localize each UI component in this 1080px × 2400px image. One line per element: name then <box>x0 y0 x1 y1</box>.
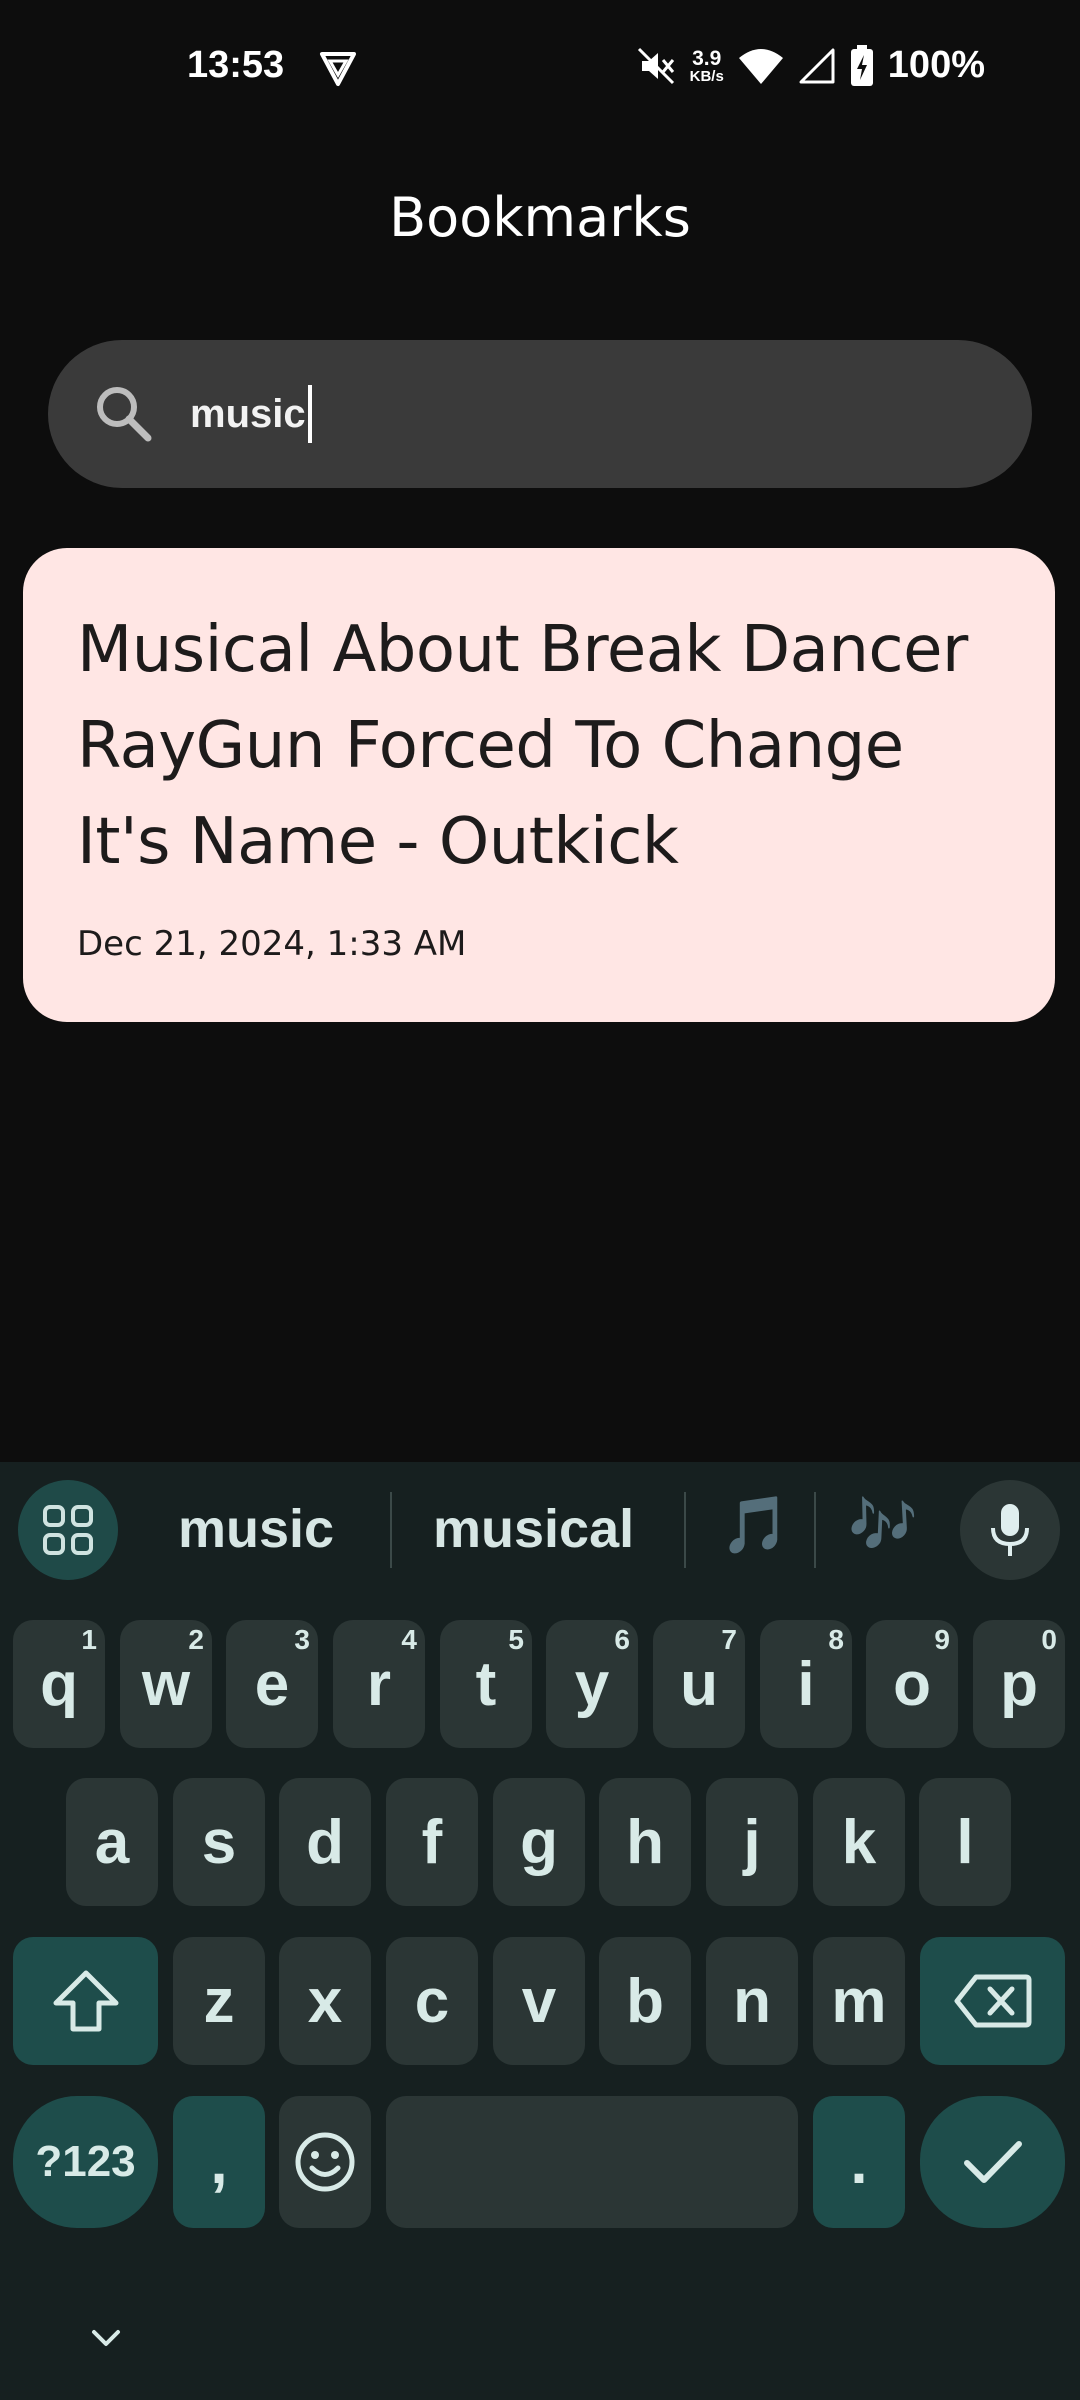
vpn-icon <box>320 52 356 86</box>
divider <box>814 1492 816 1568</box>
battery-icon <box>850 44 873 86</box>
search-bar[interactable]: music <box>48 340 1032 488</box>
key-hint: 8 <box>828 1624 844 1655</box>
key-y[interactable]: y6 <box>546 1620 638 1748</box>
status-time: 13:53 <box>187 44 285 86</box>
key-u[interactable]: u7 <box>653 1620 745 1748</box>
key-hint: 9 <box>934 1624 950 1655</box>
key-t[interactable]: t5 <box>440 1620 532 1748</box>
suggestion-bar: music musical 🎵 🎶 <box>0 1462 1080 1598</box>
emoji-key[interactable] <box>279 2096 371 2228</box>
suggestion-emoji-2[interactable]: 🎶 <box>848 1492 918 1558</box>
comma-key[interactable]: , <box>173 2096 265 2228</box>
key-label: p <box>1000 1649 1038 1719</box>
key-e[interactable]: e3 <box>226 1620 318 1748</box>
shift-icon <box>53 1970 118 2032</box>
enter-key[interactable] <box>920 2096 1065 2228</box>
period-key[interactable]: . <box>813 2096 905 2228</box>
divider <box>684 1492 686 1568</box>
wifi-icon <box>738 48 783 84</box>
key-b[interactable]: b <box>599 1937 691 2065</box>
signal-icon <box>799 48 835 83</box>
voice-input-button[interactable] <box>960 1480 1060 1580</box>
key-s[interactable]: s <box>173 1778 265 1906</box>
suggestion-1[interactable]: music <box>178 1498 334 1560</box>
suggestion-2[interactable]: musical <box>433 1498 634 1560</box>
key-z[interactable]: z <box>173 1937 265 2065</box>
key-h[interactable]: h <box>599 1778 691 1906</box>
key-j[interactable]: j <box>706 1778 798 1906</box>
key-hint: 6 <box>614 1624 630 1655</box>
key-label: e <box>254 1649 290 1719</box>
key-hint: 3 <box>294 1624 310 1655</box>
net-speed-unit: KB/s <box>689 67 724 85</box>
key-hint: 4 <box>401 1624 417 1655</box>
grid-icon <box>43 1505 93 1555</box>
key-label: o <box>893 1649 931 1719</box>
shift-key[interactable] <box>13 1937 158 2065</box>
key-hint: 2 <box>188 1624 204 1655</box>
backspace-key[interactable] <box>920 1937 1065 2065</box>
key-label: w <box>141 1649 191 1719</box>
checkmark-icon <box>963 2141 1022 2183</box>
key-w[interactable]: w2 <box>120 1620 212 1748</box>
battery-percent: 100% <box>887 44 985 86</box>
keyboard-apps-button[interactable] <box>18 1480 118 1580</box>
key-g[interactable]: g <box>493 1778 585 1906</box>
key-l[interactable]: l <box>919 1778 1011 1906</box>
key-label: t <box>475 1649 497 1719</box>
status-bar: 13:53 3.9 KB/s 100% <box>0 0 1080 140</box>
key-label: i <box>797 1649 815 1719</box>
bookmark-title: Musical About Break Dancer RayGun Forced… <box>77 613 968 879</box>
search-icon <box>97 387 152 442</box>
key-c[interactable]: c <box>386 1937 478 2065</box>
key-label: r <box>366 1649 392 1719</box>
search-input-value: music <box>190 391 306 436</box>
key-label: u <box>680 1649 718 1719</box>
key-r[interactable]: r4 <box>333 1620 425 1748</box>
key-f[interactable]: f <box>386 1778 478 1906</box>
key-m[interactable]: m <box>813 1937 905 2065</box>
mute-icon <box>637 47 674 84</box>
key-i[interactable]: i8 <box>760 1620 852 1748</box>
key-label: y <box>574 1649 610 1719</box>
key-hint: 1 <box>81 1624 97 1655</box>
key-v[interactable]: v <box>493 1937 585 2065</box>
backspace-icon <box>954 1974 1031 2028</box>
key-q[interactable]: q1 <box>13 1620 105 1748</box>
key-x[interactable]: x <box>279 1937 371 2065</box>
key-o[interactable]: o9 <box>866 1620 958 1748</box>
key-p[interactable]: p0 <box>973 1620 1065 1748</box>
key-hint: 7 <box>721 1624 737 1655</box>
key-n[interactable]: n <box>706 1937 798 2065</box>
status-icons: 3.9 KB/s 100% <box>636 44 985 87</box>
key-hint: 5 <box>508 1624 524 1655</box>
key-k[interactable]: k <box>813 1778 905 1906</box>
search-input[interactable]: music <box>190 340 990 488</box>
symbols-key[interactable]: ?123 <box>13 2096 158 2228</box>
divider <box>390 1492 392 1568</box>
key-a[interactable]: a <box>66 1778 158 1906</box>
net-speed: 3.9 KB/s <box>690 48 724 84</box>
space-key[interactable] <box>386 2096 798 2228</box>
text-caret <box>307 385 312 443</box>
key-hint: 0 <box>1041 1624 1057 1655</box>
bookmark-card[interactable]: Musical About Break Dancer RayGun Forced… <box>23 548 1055 1022</box>
suggestion-emoji-1[interactable]: 🎵 <box>720 1492 790 1558</box>
key-label: q <box>40 1649 78 1719</box>
page-title: Bookmarks <box>389 186 691 249</box>
bookmark-date: Dec 21, 2024, 1:33 AM <box>77 924 467 964</box>
keyboard: music musical 🎵 🎶 q1 w2 e3 r4 t5 y6 u7 i… <box>0 1462 1080 2400</box>
microphone-icon <box>991 1504 1029 1556</box>
key-d[interactable]: d <box>279 1778 371 1906</box>
smiley-icon <box>295 2132 355 2192</box>
net-speed-value: 3.9 <box>692 46 722 70</box>
hide-keyboard-icon[interactable] <box>86 2318 126 2358</box>
